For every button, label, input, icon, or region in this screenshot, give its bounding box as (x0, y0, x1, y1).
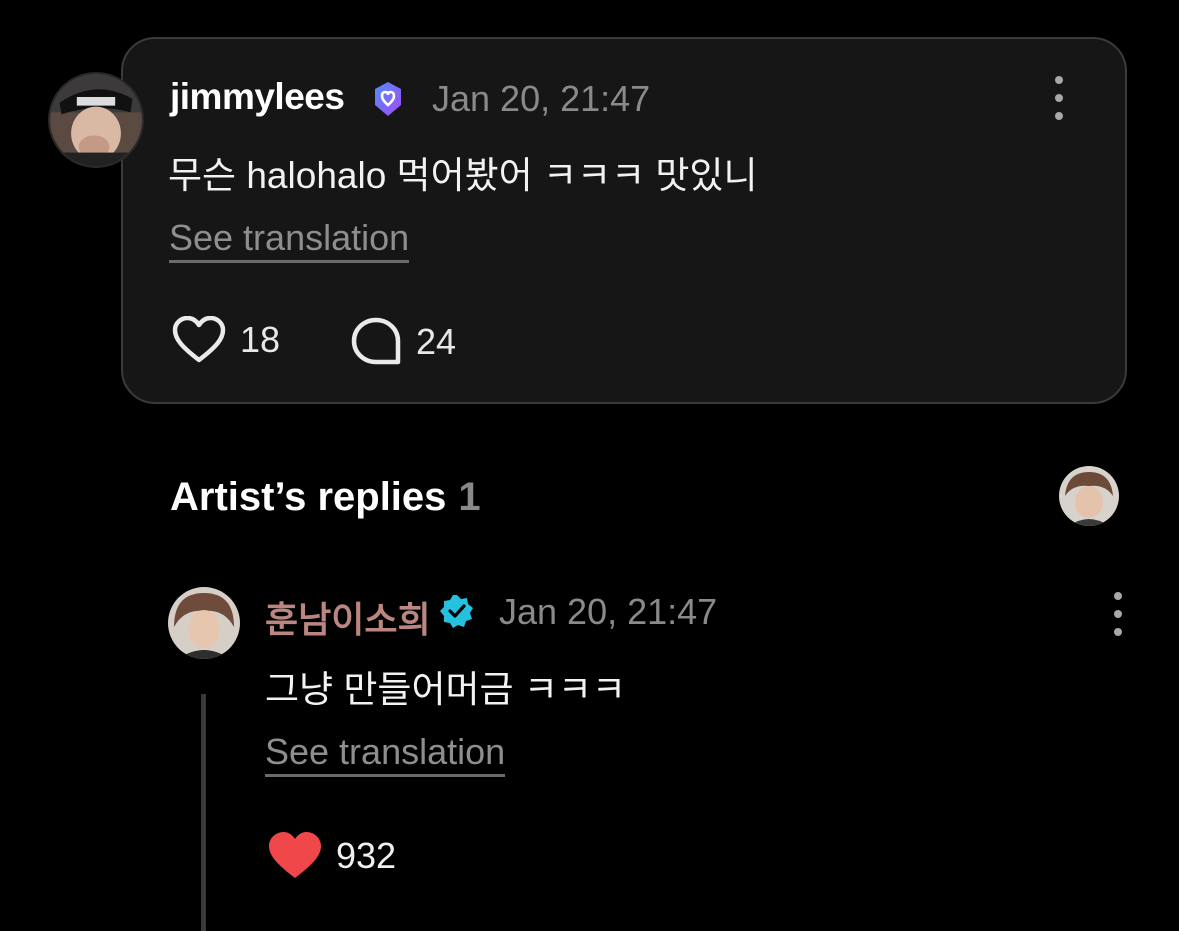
see-translation-link[interactable]: See translation (169, 217, 410, 263)
post-body-text: 무슨 halohalo 먹어봤어 ㅋㅋㅋ 맛있니 (168, 155, 758, 196)
like-count: 18 (240, 319, 281, 360)
reply-body-text: 그냥 만들어머금 ㅋㅋㅋ (265, 669, 626, 710)
comment-count: 24 (416, 321, 457, 362)
artist-replies-count: 1 (458, 475, 481, 519)
reply-like-button[interactable]: 932 (268, 832, 396, 880)
post-timestamp: Jan 20, 21:47 (432, 78, 651, 119)
thread-line (201, 694, 206, 931)
heart-filled-icon (269, 832, 321, 878)
heart-outline-icon (172, 316, 226, 363)
more-options-icon[interactable] (1110, 592, 1126, 636)
comment-bubble-icon (351, 317, 401, 365)
post-author-avatar[interactable] (48, 72, 144, 168)
reply-username[interactable]: 훈남이소희 (265, 591, 431, 643)
verified-badge-icon (370, 81, 406, 117)
artist-replies-heading: Artist’s replies 1 (170, 475, 481, 520)
like-button[interactable]: 18 (172, 316, 280, 364)
see-translation-link[interactable]: See translation (265, 731, 506, 777)
reply-author-avatar[interactable] (168, 587, 240, 659)
artist-replies-title: Artist’s replies (170, 475, 447, 519)
comment-button[interactable]: 24 (350, 316, 456, 368)
post-username[interactable]: jimmylees (170, 76, 345, 118)
more-options-icon[interactable] (1051, 76, 1067, 120)
verified-badge-icon (440, 594, 474, 628)
artist-avatar-thumbnail[interactable] (1059, 466, 1119, 526)
reply-timestamp: Jan 20, 21:47 (499, 591, 718, 632)
reply-like-count: 932 (336, 835, 397, 876)
